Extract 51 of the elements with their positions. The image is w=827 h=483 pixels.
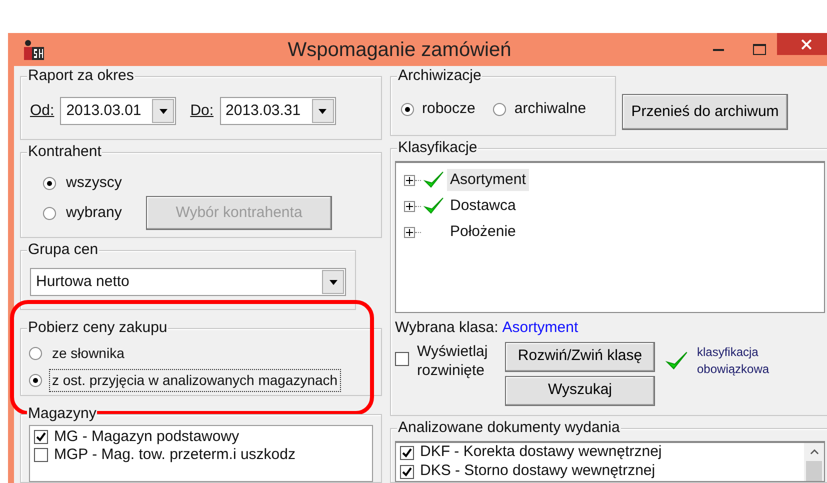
tree-item[interactable]: Asortyment [447, 168, 529, 192]
close-icon[interactable] [800, 38, 812, 50]
group-title: Analizowane dokumenty wydania [397, 419, 621, 437]
push-button[interactable]: Rozwiń/Zwiń klasę [505, 342, 655, 372]
checkmark-icon [423, 196, 445, 216]
radio-button[interactable] [43, 176, 56, 190]
checkbox[interactable] [400, 464, 414, 478]
scroll-up-icon[interactable] [810, 449, 818, 455]
radio-button[interactable] [43, 206, 56, 220]
from-date-picker[interactable]: 2013.03.01 [60, 97, 176, 125]
radio-button[interactable] [493, 102, 506, 116]
radio-label[interactable]: robocze [422, 98, 476, 120]
app-logo-icon [22, 40, 44, 60]
tree-item[interactable]: Dostawca [447, 194, 519, 218]
radio-label[interactable]: wszyscy [66, 172, 136, 194]
to-date-picker[interactable]: 2013.03.31 [220, 97, 336, 125]
radio-label[interactable]: z ost. przyjęcia w analizowanych magazynach [50, 370, 340, 391]
selected-class-value: Asortyment [502, 318, 578, 338]
push-button[interactable]: Przenieś do archiwum [622, 94, 788, 130]
checkbox-label[interactable]: Wyświetlaj rozwinięte [417, 342, 497, 380]
group-title: Archiwizacje [397, 67, 482, 85]
group-title: Grupa cen [27, 241, 100, 259]
expand-icon[interactable] [404, 174, 415, 186]
group-title: Magazyny [27, 405, 98, 423]
checkmark-icon [665, 350, 689, 372]
push-button[interactable]: Wyszukaj [505, 376, 655, 406]
radio-button[interactable] [401, 102, 414, 116]
window-title: Wspomaganie zamówień [286, 38, 512, 62]
radio-label[interactable]: wybrany [66, 202, 136, 224]
checkbox[interactable] [34, 448, 48, 462]
radio-label[interactable]: ze słownika [50, 343, 126, 364]
radio-button[interactable] [29, 347, 42, 360]
to-label: Do: [190, 100, 214, 121]
checkbox[interactable] [400, 446, 414, 460]
radio-label[interactable]: archiwalne [514, 98, 586, 120]
from-label: Od: [30, 100, 54, 121]
radio-button[interactable] [29, 374, 42, 387]
scrollbar[interactable] [804, 443, 824, 481]
group-title: Raport za okres [27, 67, 135, 85]
checkbox[interactable] [395, 352, 409, 366]
selected-class-label: Wybrana klasa: [395, 318, 498, 338]
expand-icon[interactable] [404, 200, 415, 212]
close-button[interactable] [777, 33, 827, 55]
checkmark-icon [423, 170, 445, 190]
group-title: Klasyfikacje [397, 139, 478, 157]
expand-icon[interactable] [404, 226, 415, 238]
legend-text: klasyfikacja obowiązkowa [697, 344, 770, 378]
checkbox[interactable] [34, 430, 48, 444]
group-title: Pobierz ceny zakupu [27, 319, 168, 337]
price-group-dropdown[interactable]: Hurtowa netto [30, 268, 346, 296]
tree-item[interactable]: Położenie [447, 220, 519, 244]
